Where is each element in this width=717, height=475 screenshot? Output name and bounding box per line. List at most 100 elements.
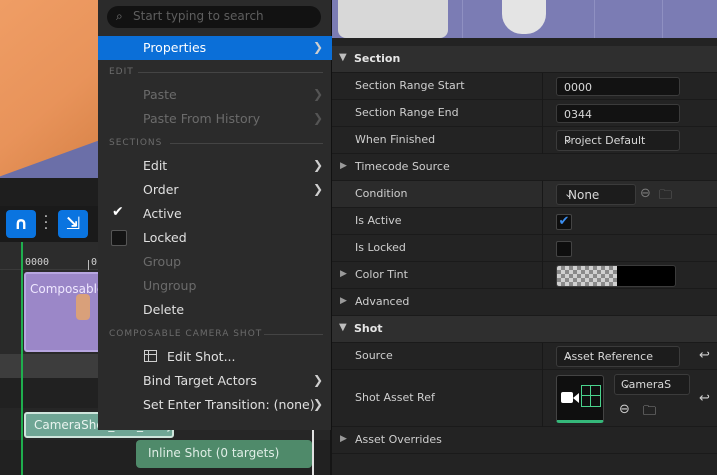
column-separator xyxy=(542,370,543,427)
property-label: Asset Overrides xyxy=(355,433,442,446)
menu-item-locked[interactable]: Locked xyxy=(98,226,332,250)
category-section[interactable]: ▼ Section xyxy=(332,46,717,73)
reset-to-default-icon[interactable]: ↩ xyxy=(699,391,710,406)
inline-section-label: Inline Shot (0 targets) xyxy=(148,446,280,460)
playhead[interactable] xyxy=(21,242,23,475)
menu-item-label: Group xyxy=(143,254,182,269)
color-tint-swatch[interactable] xyxy=(556,265,676,287)
chevron-right-icon: ❯ xyxy=(312,158,323,172)
chevron-right-icon: ❯ xyxy=(312,182,323,196)
context-menu: ⌕ Start typing to search Properties ❯ ED… xyxy=(98,0,332,430)
use-selected-icon[interactable]: ⊖ xyxy=(619,402,630,417)
property-advanced[interactable]: ▶ Advanced xyxy=(332,289,717,316)
viewport-floor xyxy=(0,0,98,178)
property-is-active: Is Active ✔ xyxy=(332,208,717,235)
column-separator xyxy=(542,343,543,370)
menu-item-paste[interactable]: Paste ❯ xyxy=(98,83,332,107)
property-is-locked: Is Locked xyxy=(332,235,717,262)
menu-divider xyxy=(264,334,323,335)
menu-item-label: Bind Target Actors xyxy=(143,373,257,388)
property-asset-overrides[interactable]: ▶ Asset Overrides xyxy=(332,427,717,454)
viewport-object xyxy=(502,0,546,34)
menu-item-label: Edit Shot... xyxy=(167,349,236,364)
snap-to-frame-icon[interactable]: ⇲ xyxy=(58,210,88,238)
inline-shot-section[interactable]: Inline Shot (0 targets) xyxy=(136,440,312,468)
composable-section-label: Composable xyxy=(30,282,105,296)
expand-arrow-icon: ▼ xyxy=(339,322,347,333)
menu-item-properties[interactable]: Properties ❯ xyxy=(98,36,332,60)
property-label: Advanced xyxy=(355,295,410,308)
when-finished-dropdown[interactable]: Project Default ⌄ xyxy=(556,130,680,151)
source-dropdown[interactable]: Asset Reference ⌄ xyxy=(556,346,680,367)
chevron-down-icon: ⌄ xyxy=(564,187,574,200)
viewport-right xyxy=(332,0,717,38)
viewport-divider xyxy=(0,178,98,206)
snap-magnet-icon[interactable]: ∩ xyxy=(6,210,36,238)
edit-shot-icon xyxy=(144,350,157,362)
shot-asset-dropdown[interactable]: CameraS ⌄ xyxy=(614,374,690,395)
menu-item-edit[interactable]: Edit ❯ xyxy=(98,154,332,178)
menu-item-ungroup[interactable]: Ungroup xyxy=(98,274,332,298)
column-separator xyxy=(542,100,543,127)
menu-item-label: Delete xyxy=(143,302,185,317)
reset-to-default-icon[interactable]: ↩ xyxy=(699,348,710,363)
use-selected-icon[interactable]: ⊖ xyxy=(640,186,651,201)
toolbar-more-icon[interactable]: · · · xyxy=(41,210,51,236)
range-start-value: 0000 xyxy=(564,81,592,94)
menu-item-paste-history[interactable]: Paste From History ❯ xyxy=(98,107,332,131)
menu-heading-sections: SECTIONS xyxy=(109,138,163,148)
browse-folder-icon[interactable]: 🗀 xyxy=(659,186,672,208)
chevron-down-icon: ⌄ xyxy=(622,377,632,390)
range-start-input[interactable]: 0000 xyxy=(556,77,680,96)
property-shot-asset-ref: Shot Asset Ref CameraS ⌄ ⊖ 🗀 ↩ xyxy=(332,370,717,427)
camera-lens-icon xyxy=(573,393,579,403)
property-timecode-source[interactable]: ▶ Timecode Source xyxy=(332,154,717,181)
menu-item-label: Properties xyxy=(143,40,207,55)
menu-item-group[interactable]: Group xyxy=(98,250,332,274)
menu-search-box[interactable]: ⌕ Start typing to search xyxy=(107,6,321,28)
property-label: Is Locked xyxy=(355,241,406,254)
chevron-down-icon: ⌄ xyxy=(564,133,574,146)
menu-item-order[interactable]: Order ❯ xyxy=(98,178,332,202)
is-locked-checkbox[interactable] xyxy=(556,241,572,257)
viewport-grid-line xyxy=(594,0,595,38)
ruler-label-next: 0 xyxy=(91,257,98,268)
column-separator xyxy=(542,262,543,289)
property-label: When Finished xyxy=(355,133,436,146)
menu-item-label: Paste From History xyxy=(143,111,261,126)
viewport-left xyxy=(0,0,98,178)
property-condition: Condition None ⌄ ⊖ 🗀 xyxy=(332,181,717,208)
menu-item-enter-transition[interactable]: Set Enter Transition: (none) ❯ xyxy=(98,393,332,417)
menu-heading-camera-shot: COMPOSABLE CAMERA SHOT xyxy=(109,329,263,339)
menu-item-edit-shot[interactable]: Edit Shot... xyxy=(98,345,332,369)
condition-dropdown[interactable]: None ⌄ xyxy=(556,184,636,205)
range-end-input[interactable]: 0344 xyxy=(556,104,680,123)
expand-arrow-icon: ▼ xyxy=(339,52,347,63)
property-color-tint: ▶ Color Tint xyxy=(332,262,717,289)
chevron-right-icon: ❯ xyxy=(312,40,323,54)
property-label: Is Active xyxy=(355,214,402,227)
expand-arrow-icon: ▶ xyxy=(340,296,347,306)
category-label: Section xyxy=(354,52,401,65)
browse-folder-icon[interactable]: 🗀 xyxy=(643,402,656,424)
property-label: Section Range Start xyxy=(355,79,465,92)
column-separator xyxy=(542,208,543,235)
category-shot[interactable]: ▼ Shot xyxy=(332,316,717,343)
search-input[interactable]: Start typing to search xyxy=(133,9,264,23)
property-label: Color Tint xyxy=(355,268,408,281)
menu-item-active[interactable]: ✔ Active xyxy=(98,202,332,226)
menu-item-delete[interactable]: Delete xyxy=(98,298,332,322)
chevron-right-icon: ❯ xyxy=(312,397,323,411)
viewport-object xyxy=(338,0,448,38)
column-separator xyxy=(542,127,543,154)
menu-item-label: Edit xyxy=(143,158,168,173)
asset-thumbnail[interactable] xyxy=(556,375,604,423)
camera-icon xyxy=(561,392,573,403)
is-active-checkbox[interactable]: ✔ xyxy=(556,214,572,230)
menu-heading-edit: EDIT xyxy=(109,67,134,77)
property-label: Timecode Source xyxy=(355,160,450,173)
viewport-grid-line xyxy=(662,0,663,38)
section-thumbnail xyxy=(76,294,90,320)
menu-divider xyxy=(170,143,323,144)
menu-item-bind-targets[interactable]: Bind Target Actors ❯ xyxy=(98,369,332,393)
